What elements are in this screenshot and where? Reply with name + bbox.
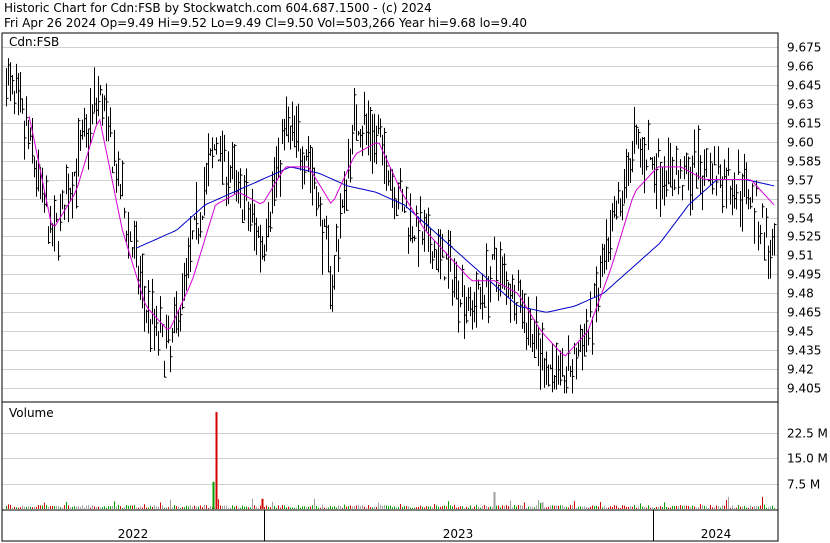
price-tick-label: 9.585 [787, 155, 821, 169]
stock-chart: 9.675 9.66 9.645 9.63 9.615 9.60 9.585 9.57 9.55… [1, 32, 828, 542]
price-tick-label: 9.54 [787, 212, 814, 226]
price-tick-label: 9.675 [787, 41, 821, 55]
volume-grid [2, 433, 778, 485]
year-label: 2022 [118, 527, 149, 541]
price-tick-label: 9.465 [787, 306, 821, 320]
price-tick-label: 9.45 [787, 325, 814, 339]
year-label: 2024 [701, 527, 732, 541]
volume-bars [6, 412, 775, 509]
price-tick-label: 9.645 [787, 79, 821, 93]
volume-tick-label: 15.0 M [787, 452, 828, 466]
price-tick-label: 9.495 [787, 268, 821, 282]
price-tick-label: 9.63 [787, 98, 814, 112]
price-tick-label: 9.60 [787, 136, 814, 150]
price-tick-label: 9.42 [787, 363, 814, 377]
price-tick-label: 9.48 [787, 287, 814, 301]
price-axis-labels: 9.675 9.66 9.645 9.63 9.615 9.60 9.585 9.57 9.55… [787, 41, 821, 396]
price-panel-label: Cdn:FSB [9, 35, 59, 49]
volume-panel-label: Volume [9, 406, 54, 420]
price-tick-label: 9.57 [787, 174, 814, 188]
price-tick-label: 9.435 [787, 344, 821, 358]
price-grid [2, 47, 778, 389]
price-tick-label: 9.615 [787, 117, 821, 131]
year-label: 2023 [443, 527, 474, 541]
price-panel-frame [1, 32, 779, 403]
price-tick-label: 9.525 [787, 230, 821, 244]
volume-tick-label: 22.5 M [787, 427, 828, 441]
volume-tick-label: 7.5 M [787, 478, 820, 492]
year-axis-labels: 2022 2023 2024 [118, 510, 732, 541]
price-tick-label: 9.66 [787, 60, 814, 74]
price-tick-label: 9.405 [787, 382, 821, 396]
price-tick-label: 9.51 [787, 249, 814, 263]
volume-panel-frame [1, 401, 779, 511]
price-tick-label: 9.555 [787, 193, 821, 207]
moving-average-short-line [28, 115, 775, 357]
volume-axis-labels: 22.5 M 15.0 M 7.5 M [787, 427, 828, 492]
